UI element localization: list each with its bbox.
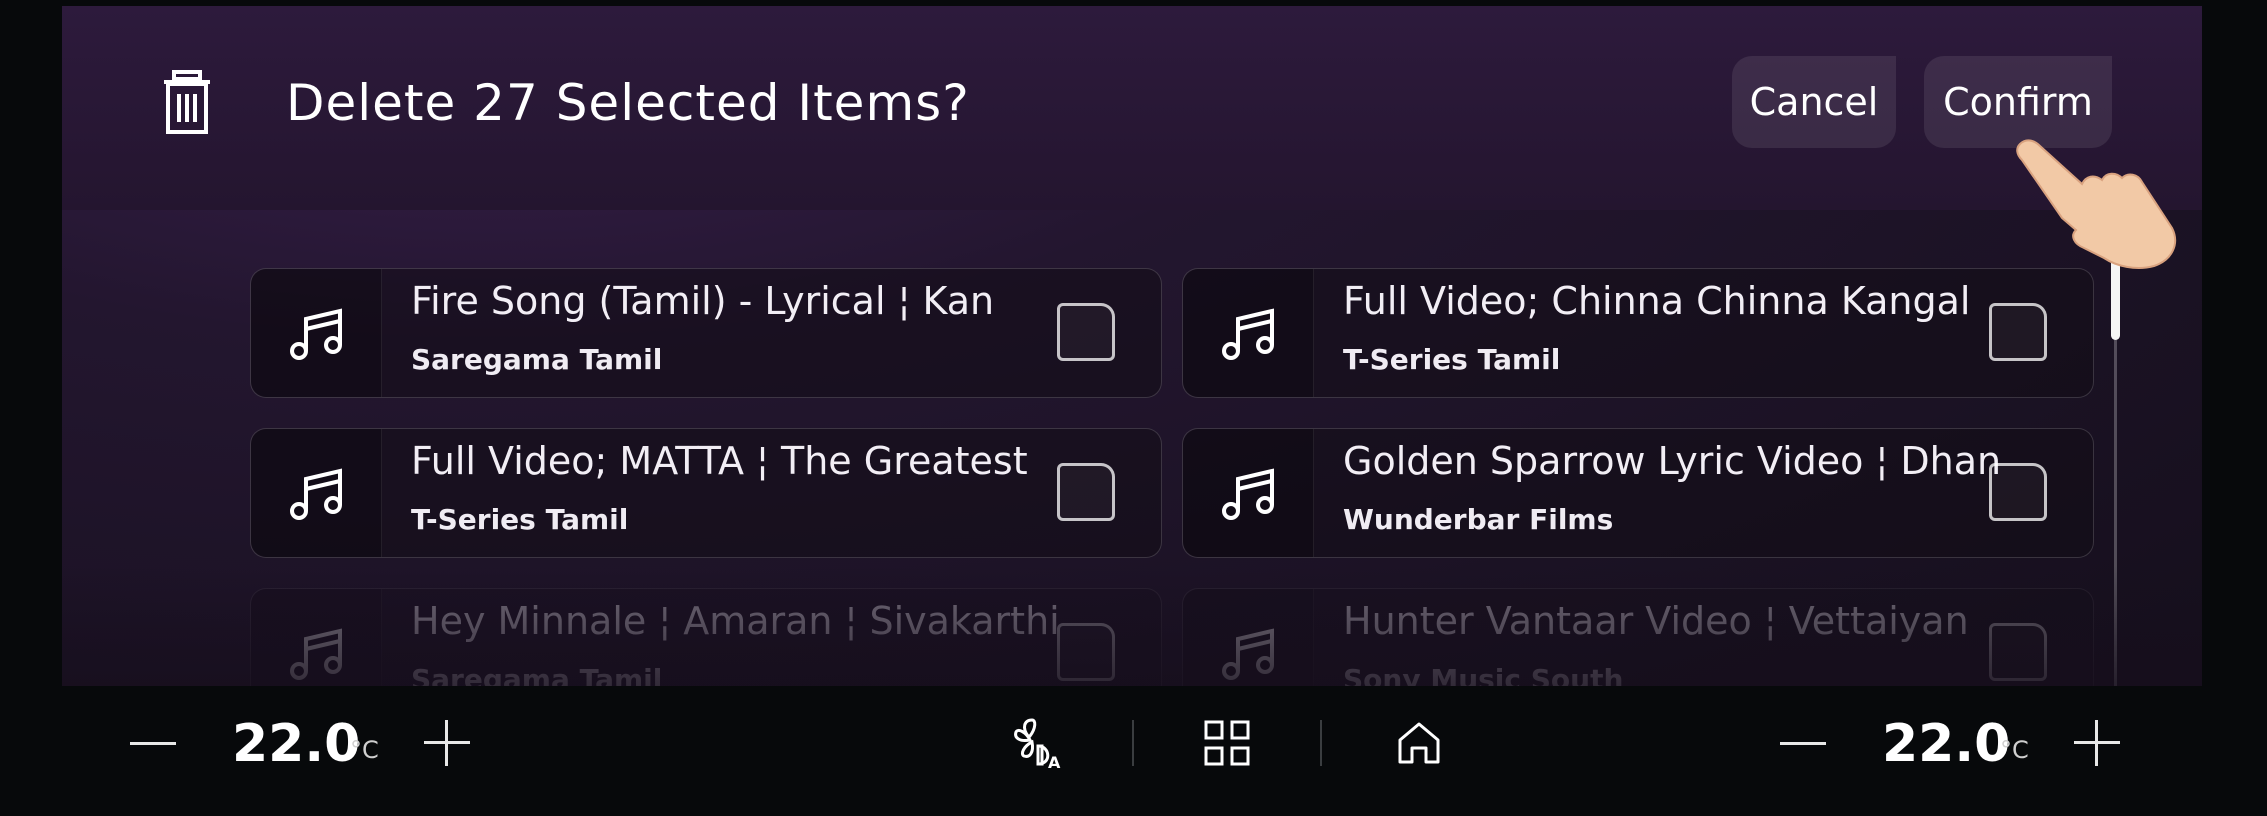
item-title: Full Video; Chinna Chinna Kangal	[1343, 279, 1971, 323]
list-item[interactable]: Full Video; MATTA ¦ The Greatest T-Serie…	[250, 428, 1162, 558]
item-channel: Saregama Tamil	[411, 343, 663, 376]
item-channel: Wunderbar Films	[1343, 503, 1614, 536]
left-temp-unit: °C	[350, 736, 379, 764]
main-screen: Delete 27 Selected Items? Cancel Confirm…	[62, 6, 2202, 686]
left-temp-increase-button[interactable]	[424, 720, 470, 766]
item-title: Fire Song (Tamil) - Lyrical ¦ Kan	[411, 279, 995, 323]
select-checkbox[interactable]	[1057, 623, 1115, 681]
apps-grid-icon[interactable]	[1200, 716, 1254, 770]
select-checkbox[interactable]	[1989, 303, 2047, 361]
list-item-thumb	[1183, 269, 1314, 397]
pointing-hand-icon	[2016, 139, 2177, 269]
item-channel: T-Series Tamil	[411, 503, 629, 536]
list-item[interactable]: Full Video; Chinna Chinna Kangal T-Serie…	[1182, 268, 2094, 398]
select-checkbox[interactable]	[1989, 623, 2047, 681]
list-item[interactable]: Hunter Vantaar Video ¦ Vettaiyan Sony Mu…	[1182, 588, 2094, 686]
item-title: Full Video; MATTA ¦ The Greatest	[411, 439, 1028, 483]
home-icon[interactable]	[1392, 716, 1446, 770]
item-title: Hunter Vantaar Video ¦ Vettaiyan	[1343, 599, 1969, 643]
dialog-title: Delete 27 Selected Items?	[286, 74, 970, 132]
dock-separator	[1132, 720, 1134, 766]
list-item-thumb	[251, 269, 382, 397]
trash-icon	[164, 70, 210, 134]
cancel-button[interactable]: Cancel	[1732, 56, 1896, 148]
right-temp-increase-button[interactable]	[2074, 720, 2120, 766]
right-temp-unit: °C	[2000, 736, 2029, 764]
item-channel: Sony Music South	[1343, 663, 1624, 686]
music-note-icon	[290, 628, 342, 680]
list-item-thumb	[251, 589, 382, 686]
music-note-icon	[1222, 628, 1274, 680]
list-item[interactable]: Hey Minnale ¦ Amaran ¦ Sivakarthi Sarega…	[250, 588, 1162, 686]
list-item[interactable]: Golden Sparrow Lyric Video ¦ Dhan Wunder…	[1182, 428, 2094, 558]
svg-text:A: A	[1048, 753, 1061, 770]
list-item-thumb	[1183, 429, 1314, 557]
music-note-icon	[1222, 468, 1274, 520]
music-note-icon	[290, 468, 342, 520]
music-note-icon	[1222, 308, 1274, 360]
list-item[interactable]: Fire Song (Tamil) - Lyrical ¦ Kan Sarega…	[250, 268, 1162, 398]
select-checkbox[interactable]	[1057, 303, 1115, 361]
dock-separator	[1320, 720, 1322, 766]
climate-dock-bar: 22.0 °C A 22.0 °C	[0, 686, 2267, 816]
left-temp-value: 22.0	[232, 714, 361, 774]
item-channel: Saregama Tamil	[411, 663, 663, 686]
item-channel: T-Series Tamil	[1343, 343, 1561, 376]
delete-dialog-header: Delete 27 Selected Items? Cancel Confirm	[62, 6, 2202, 210]
right-temp-value: 22.0	[1882, 714, 2011, 774]
list-item-thumb	[251, 429, 382, 557]
item-title: Hey Minnale ¦ Amaran ¦ Sivakarthi	[411, 599, 1060, 643]
item-title: Golden Sparrow Lyric Video ¦ Dhan	[1343, 439, 2002, 483]
music-note-icon	[290, 308, 342, 360]
select-checkbox[interactable]	[1989, 463, 2047, 521]
right-temp-decrease-button[interactable]	[1780, 742, 1826, 745]
list-item-thumb	[1183, 589, 1314, 686]
confirm-button[interactable]: Confirm	[1924, 56, 2112, 148]
left-temp-decrease-button[interactable]	[130, 742, 176, 745]
select-checkbox[interactable]	[1057, 463, 1115, 521]
fan-auto-icon[interactable]: A	[1008, 716, 1062, 770]
